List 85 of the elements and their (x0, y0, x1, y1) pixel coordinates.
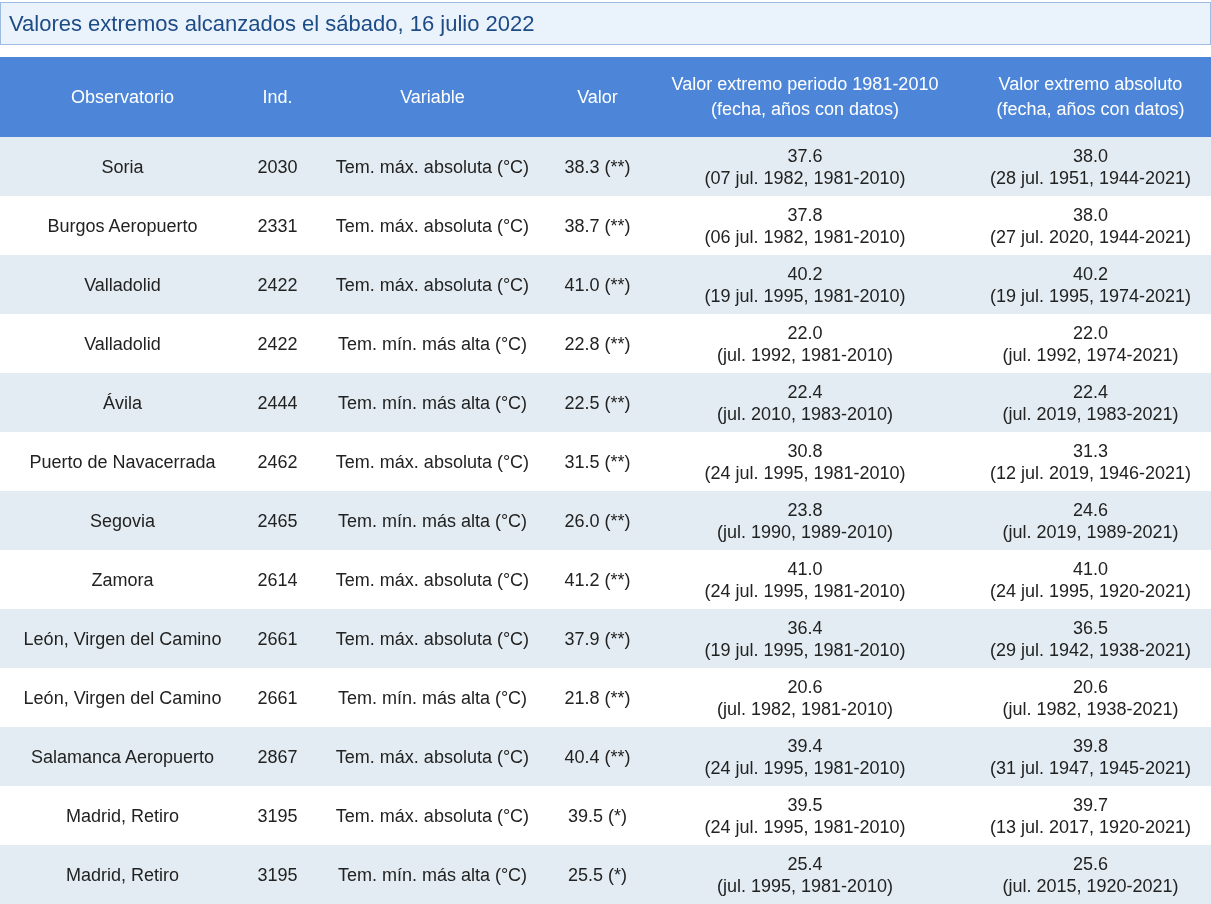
table-cell-text: 25.4 (jul. 1995, 1981-2010) (715, 852, 895, 898)
table-cell-text: 36.5 (29 jul. 1942, 1938-2021) (988, 616, 1193, 662)
table-cell-text: 2462 (256, 450, 299, 474)
table-cell-text: 31.5 (**) (563, 450, 632, 474)
table-cell-text: Zamora (90, 568, 155, 592)
table-cell-text: 2422 (256, 332, 299, 356)
table-cell-text: 39.7 (13 jul. 2017, 1920-2021) (988, 793, 1193, 839)
table-cell-text: 2422 (256, 273, 299, 297)
table-cell-text: 40.4 (**) (563, 745, 632, 769)
table-cell-text: 22.4 (jul. 2010, 1983-2010) (715, 380, 895, 426)
table-cell-text: 39.5 (*) (567, 804, 628, 828)
table-cell-text: 38.3 (**) (563, 155, 632, 179)
table-cell-text: Tem. máx. absoluta (°C) (334, 745, 531, 769)
table-cell-text: Tem. mín. más alta (°C) (336, 686, 529, 710)
table-cell-text: 2614 (256, 568, 299, 592)
table-cell-text: 2331 (256, 214, 299, 238)
table-cell-text: 21.8 (**) (563, 686, 632, 710)
table-cell-text: 37.8 (06 jul. 1982, 1981-2010) (703, 203, 907, 249)
table-cell-text: 41.2 (**) (563, 568, 632, 592)
table-cell-text: Tem. máx. absoluta (°C) (334, 155, 531, 179)
table-cell-text: Madrid, Retiro (64, 863, 180, 887)
table-cell-text: 22.0 (jul. 1992, 1974-2021) (1001, 321, 1180, 367)
table-cell-text: León, Virgen del Camino (22, 627, 223, 651)
page-title: Valores extremos alcanzados el sábado, 16 julio 2022 (9, 10, 535, 38)
table-cell-text: 23.8 (jul. 1990, 1989-2010) (715, 498, 895, 544)
table-cell-text: 40.2 (19 jul. 1995, 1974-2021) (988, 262, 1193, 308)
table-cell-text: Tem. máx. absoluta (°C) (334, 450, 531, 474)
table-cell-text: 3195 (256, 804, 299, 828)
table-cell-text: Tem. mín. más alta (°C) (336, 332, 529, 356)
table-cell-text: 22.5 (**) (563, 391, 632, 415)
table-cell-text: León, Virgen del Camino (22, 686, 223, 710)
table-cell-text: 41.0 (24 jul. 1995, 1981-2010) (703, 557, 907, 603)
table-cell-text: 20.6 (jul. 1982, 1981-2010) (715, 675, 895, 721)
column-header: Valor (576, 85, 619, 109)
table-cell-text: Segovia (88, 509, 157, 533)
table-cell-text: Tem. máx. absoluta (°C) (334, 568, 531, 592)
table-cell-text: Valladolid (83, 332, 162, 356)
table-cell-text: 41.0 (**) (563, 273, 632, 297)
table-cell-text: 38.0 (27 jul. 2020, 1944-2021) (988, 203, 1193, 249)
table-cell-text: 39.5 (24 jul. 1995, 1981-2010) (703, 793, 907, 839)
table-cell-text: Tem. máx. absoluta (°C) (334, 273, 531, 297)
table-cell-text: Valladolid (83, 273, 162, 297)
table-cell-text: 38.0 (28 jul. 1951, 1944-2021) (988, 144, 1193, 190)
table-cell-text: 24.6 (jul. 2019, 1989-2021) (1001, 498, 1180, 544)
table-cell-text: Tem. máx. absoluta (°C) (334, 627, 531, 651)
table-cell-text: Burgos Aeropuerto (46, 214, 199, 238)
table-cell-text: Tem. máx. absoluta (°C) (334, 214, 531, 238)
table-cell-text: 40.2 (19 jul. 1995, 1981-2010) (703, 262, 907, 308)
column-header: Ind. (261, 85, 294, 109)
table-cell-text: 22.8 (**) (563, 332, 632, 356)
table-cell-text: 22.4 (jul. 2019, 1983-2021) (1001, 380, 1180, 426)
table-cell-text: 39.8 (31 jul. 1947, 1945-2021) (988, 734, 1193, 780)
table-cell-text: Madrid, Retiro (64, 804, 180, 828)
column-header: Variable (399, 85, 466, 109)
table-cell-text: Soria (100, 155, 145, 179)
table-cell-text: Tem. máx. absoluta (°C) (334, 804, 531, 828)
column-header: Valor extremo absoluto (fecha, años con datos) (995, 73, 1186, 121)
table-cell-text: Tem. mín. más alta (°C) (336, 863, 529, 887)
table-cell-text: 38.7 (**) (563, 214, 632, 238)
table-cell-text: Tem. mín. más alta (°C) (336, 509, 529, 533)
table-cell-text: 37.9 (**) (563, 627, 632, 651)
column-header: Observatorio (69, 85, 175, 109)
table-cell-text: 39.4 (24 jul. 1995, 1981-2010) (703, 734, 907, 780)
table-cell-text: 2661 (256, 686, 299, 710)
table-cell-text: 2867 (256, 745, 299, 769)
table-cell-text: 20.6 (jul. 1982, 1938-2021) (1001, 675, 1180, 721)
table-cell-text: 2465 (256, 509, 299, 533)
table-cell-text: 22.0 (jul. 1992, 1981-2010) (715, 321, 895, 367)
table-cell-text: 2661 (256, 627, 299, 651)
column-header: Valor extremo periodo 1981-2010 (fecha, años con datos) (670, 73, 940, 121)
table-cell-text: 25.6 (jul. 2015, 1920-2021) (1001, 852, 1180, 898)
table-cell-text: 25.5 (*) (567, 863, 628, 887)
table-cell-text: Salamanca Aeropuerto (29, 745, 216, 769)
table-cell-text: 3195 (256, 863, 299, 887)
table-cell-text: 2030 (256, 155, 299, 179)
table-cell-text: 26.0 (**) (563, 509, 632, 533)
table-cell-text: 2444 (256, 391, 299, 415)
table-cell-text: 37.6 (07 jul. 1982, 1981-2010) (703, 144, 907, 190)
table-cell-text: Ávila (102, 391, 143, 415)
table-cell-text: 41.0 (24 jul. 1995, 1920-2021) (988, 557, 1193, 603)
table-cell-text: 31.3 (12 jul. 2019, 1946-2021) (988, 439, 1193, 485)
table-cell-text: 36.4 (19 jul. 1995, 1981-2010) (703, 616, 907, 662)
table-cell-text: Puerto de Navacerrada (28, 450, 217, 474)
table-cell-text: Tem. mín. más alta (°C) (336, 391, 529, 415)
table-cell-text: 30.8 (24 jul. 1995, 1981-2010) (703, 439, 907, 485)
